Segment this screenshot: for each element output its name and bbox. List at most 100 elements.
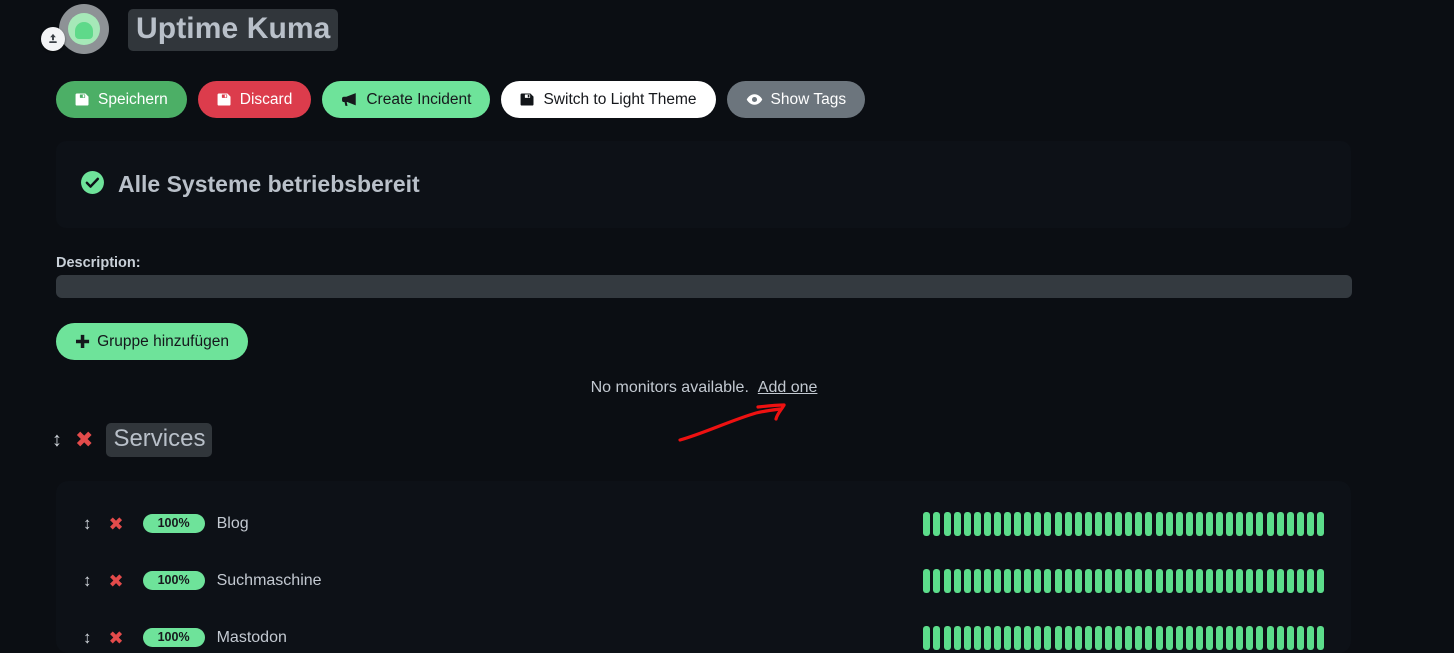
- heartbeat-tick[interactable]: [1226, 511, 1234, 536]
- heartbeat-tick[interactable]: [1165, 511, 1173, 536]
- monitor-name[interactable]: Suchmaschine: [217, 572, 322, 590]
- heartbeat-tick[interactable]: [983, 568, 991, 593]
- heartbeat-tick[interactable]: [1256, 625, 1264, 650]
- heartbeat-tick[interactable]: [1115, 511, 1123, 536]
- heartbeat-tick[interactable]: [973, 511, 981, 536]
- heartbeat-tick[interactable]: [1064, 568, 1072, 593]
- heartbeat-tick[interactable]: [1236, 568, 1244, 593]
- heartbeat-tick[interactable]: [1094, 511, 1102, 536]
- heartbeat-tick[interactable]: [1084, 625, 1092, 650]
- group-name[interactable]: Services: [106, 423, 213, 457]
- drag-vertical-icon[interactable]: ↕: [52, 430, 62, 450]
- remove-monitor-icon[interactable]: ✖: [109, 515, 124, 533]
- heartbeat-tick[interactable]: [963, 568, 971, 593]
- heartbeat-tick[interactable]: [1175, 511, 1183, 536]
- heartbeat-tick[interactable]: [1125, 625, 1133, 650]
- heartbeat-tick[interactable]: [923, 511, 931, 536]
- heartbeat-tick[interactable]: [1266, 625, 1274, 650]
- heartbeat-tick[interactable]: [1014, 568, 1022, 593]
- heartbeat-tick[interactable]: [1145, 568, 1153, 593]
- heartbeat-tick[interactable]: [943, 511, 951, 536]
- heartbeat-tick[interactable]: [1256, 511, 1264, 536]
- heartbeat-tick[interactable]: [1317, 568, 1324, 593]
- heartbeat-tick[interactable]: [1246, 625, 1254, 650]
- heartbeat-tick[interactable]: [1115, 568, 1123, 593]
- heartbeat-tick[interactable]: [1044, 511, 1052, 536]
- remove-monitor-icon[interactable]: ✖: [109, 572, 124, 590]
- heartbeat-tick[interactable]: [1296, 625, 1304, 650]
- heartbeat-tick[interactable]: [933, 568, 941, 593]
- heartbeat-tick[interactable]: [1195, 568, 1203, 593]
- heartbeat-tick[interactable]: [1226, 568, 1234, 593]
- heartbeat-tick[interactable]: [1256, 568, 1264, 593]
- heartbeat-tick[interactable]: [943, 568, 951, 593]
- heartbeat-tick[interactable]: [994, 568, 1001, 593]
- heartbeat-tick[interactable]: [1286, 568, 1294, 593]
- heartbeat-tick[interactable]: [1266, 568, 1274, 593]
- heartbeat-tick[interactable]: [1054, 511, 1062, 536]
- heartbeat-tick[interactable]: [1024, 625, 1032, 650]
- upload-icon[interactable]: [41, 27, 65, 51]
- heartbeat-tick[interactable]: [1105, 568, 1113, 593]
- heartbeat-tick[interactable]: [1286, 625, 1294, 650]
- heartbeat-tick[interactable]: [1024, 511, 1032, 536]
- heartbeat-tick[interactable]: [1205, 625, 1213, 650]
- heartbeat-tick[interactable]: [1216, 625, 1224, 650]
- heartbeat-tick[interactable]: [923, 625, 931, 650]
- monitor-name[interactable]: Mastodon: [217, 629, 287, 647]
- heartbeat-tick[interactable]: [1125, 568, 1133, 593]
- heartbeat-tick[interactable]: [1205, 511, 1213, 536]
- heartbeat-tick[interactable]: [1135, 568, 1143, 593]
- add-one-link[interactable]: Add one: [758, 379, 818, 396]
- heartbeat-tick[interactable]: [1155, 568, 1163, 593]
- heartbeat-tick[interactable]: [1175, 568, 1183, 593]
- heartbeat-tick[interactable]: [963, 625, 971, 650]
- heartbeat-bar[interactable]: [923, 625, 1324, 650]
- heartbeat-tick[interactable]: [1185, 568, 1193, 593]
- heartbeat-tick[interactable]: [1296, 568, 1304, 593]
- heartbeat-tick[interactable]: [1094, 625, 1102, 650]
- heartbeat-tick[interactable]: [1276, 568, 1284, 593]
- heartbeat-tick[interactable]: [953, 568, 961, 593]
- create-incident-button[interactable]: Create Incident: [322, 81, 491, 118]
- heartbeat-tick[interactable]: [1276, 511, 1284, 536]
- heartbeat-tick[interactable]: [1105, 511, 1113, 536]
- remove-group-icon[interactable]: ✖: [75, 429, 93, 451]
- heartbeat-tick[interactable]: [1165, 625, 1173, 650]
- monitor-name[interactable]: Blog: [217, 515, 249, 533]
- drag-vertical-icon[interactable]: ↕: [83, 571, 92, 591]
- heartbeat-tick[interactable]: [943, 625, 951, 650]
- heartbeat-tick[interactable]: [983, 625, 991, 650]
- heartbeat-tick[interactable]: [1094, 568, 1102, 593]
- heartbeat-tick[interactable]: [1074, 625, 1082, 650]
- heartbeat-tick[interactable]: [1236, 625, 1244, 650]
- heartbeat-tick[interactable]: [1306, 511, 1314, 536]
- heartbeat-tick[interactable]: [1115, 625, 1123, 650]
- heartbeat-tick[interactable]: [1054, 625, 1062, 650]
- heartbeat-tick[interactable]: [1145, 625, 1153, 650]
- heartbeat-tick[interactable]: [1014, 625, 1022, 650]
- heartbeat-tick[interactable]: [1004, 568, 1012, 593]
- heartbeat-tick[interactable]: [1054, 568, 1062, 593]
- heartbeat-tick[interactable]: [963, 511, 971, 536]
- heartbeat-tick[interactable]: [1236, 511, 1244, 536]
- heartbeat-tick[interactable]: [1246, 568, 1254, 593]
- heartbeat-tick[interactable]: [983, 511, 991, 536]
- heartbeat-tick[interactable]: [1034, 625, 1042, 650]
- heartbeat-tick[interactable]: [973, 625, 981, 650]
- heartbeat-tick[interactable]: [1004, 625, 1012, 650]
- heartbeat-tick[interactable]: [1296, 511, 1304, 536]
- heartbeat-tick[interactable]: [1084, 511, 1092, 536]
- heartbeat-tick[interactable]: [1317, 511, 1324, 536]
- heartbeat-tick[interactable]: [1165, 568, 1173, 593]
- heartbeat-tick[interactable]: [1226, 625, 1234, 650]
- remove-monitor-icon[interactable]: ✖: [109, 629, 124, 647]
- heartbeat-tick[interactable]: [1216, 511, 1224, 536]
- heartbeat-tick[interactable]: [1044, 568, 1052, 593]
- heartbeat-tick[interactable]: [1004, 511, 1012, 536]
- heartbeat-tick[interactable]: [933, 625, 941, 650]
- heartbeat-tick[interactable]: [973, 568, 981, 593]
- heartbeat-tick[interactable]: [1135, 625, 1143, 650]
- discard-button[interactable]: Discard: [197, 81, 312, 118]
- heartbeat-tick[interactable]: [1074, 511, 1082, 536]
